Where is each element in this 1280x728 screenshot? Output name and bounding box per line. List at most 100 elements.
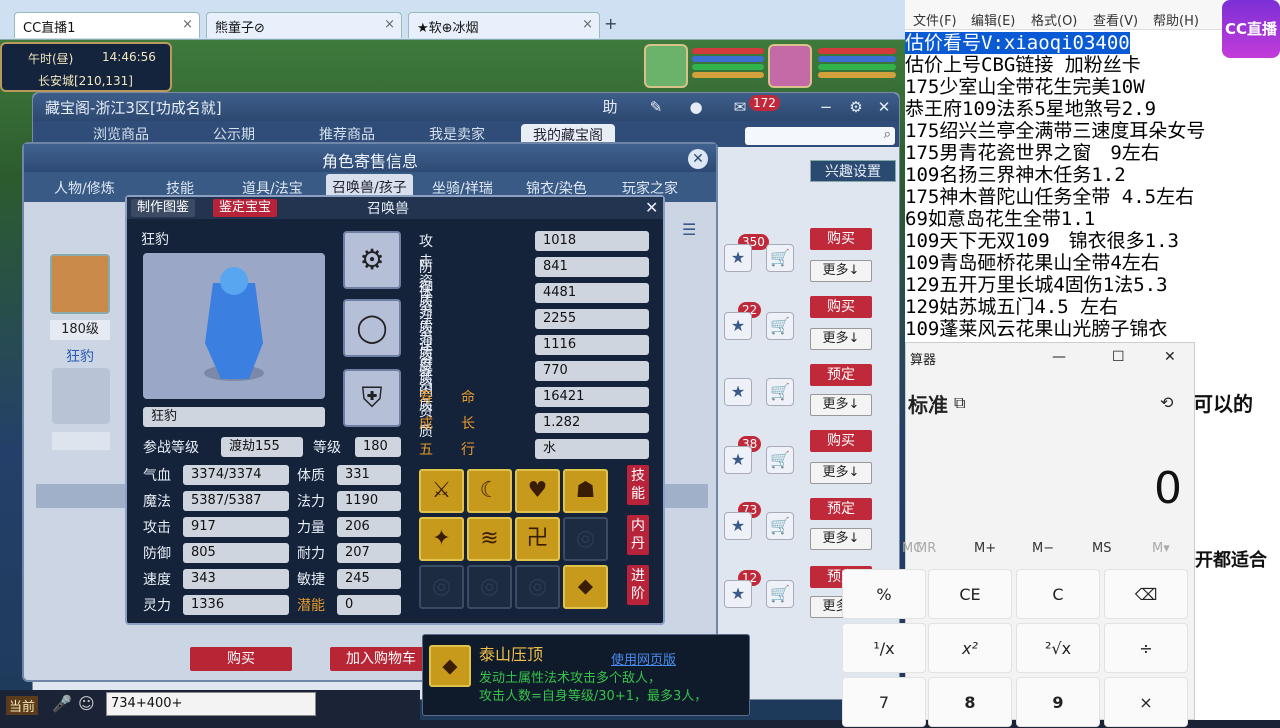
avatar[interactable] xyxy=(50,254,110,314)
divide-button[interactable]: ÷ xyxy=(1104,623,1188,673)
cbg-search-input[interactable]: ⌕ xyxy=(745,127,895,145)
buy-button[interactable]: 购买 xyxy=(810,430,872,452)
mail-icon[interactable]: ✉ xyxy=(729,97,751,117)
more-button[interactable]: 更多↓ xyxy=(810,328,872,350)
star-icon[interactable]: ★ xyxy=(724,512,752,540)
new-tab-icon[interactable]: + xyxy=(604,14,617,33)
interest-settings-button[interactable]: 兴趣设置 xyxy=(810,160,896,182)
cart-icon[interactable]: 🛒 xyxy=(766,446,794,474)
browser-tab-ice[interactable]: ★软⊕冰烟 × xyxy=(408,12,600,38)
summon-name-link[interactable]: 狂豹 xyxy=(66,346,94,366)
calc-mode[interactable]: 标准 xyxy=(908,389,948,418)
minimize-icon[interactable]: — xyxy=(1052,349,1066,365)
skill-slot-6[interactable]: ≋ xyxy=(467,517,512,561)
web-version-link[interactable]: 使用网页版 xyxy=(611,649,676,668)
skill-slot-8[interactable]: ⬥ xyxy=(563,565,608,609)
close-icon[interactable]: ✕ xyxy=(1164,349,1176,365)
menu-format[interactable]: 格式(O) xyxy=(1031,10,1077,29)
memory-add-button[interactable]: M+ xyxy=(974,541,996,556)
chat-channel[interactable]: 当前 xyxy=(6,696,39,715)
close-icon[interactable]: ✕ xyxy=(645,198,658,217)
record-icon[interactable]: ● xyxy=(685,97,707,117)
skill-slot-2[interactable]: ☾ xyxy=(467,469,512,513)
chat-input[interactable]: 734+400+ xyxy=(106,692,316,716)
menu-edit[interactable]: 编辑(E) xyxy=(971,10,1015,29)
cart-icon[interactable]: 🛒 xyxy=(766,378,794,406)
emoji-icon[interactable]: ☺ xyxy=(78,694,95,713)
pin-icon[interactable]: ✎ xyxy=(645,97,667,117)
skills-side-button[interactable]: 技能 xyxy=(627,465,649,505)
minimize-icon[interactable]: − xyxy=(815,97,837,117)
memory-recall-button[interactable]: MR xyxy=(916,541,936,556)
cart-icon[interactable]: 🛒 xyxy=(766,312,794,340)
keep-on-top-icon[interactable]: ⧉ xyxy=(954,393,965,413)
nav-public[interactable]: 公示期 xyxy=(213,124,255,144)
more-button[interactable]: 更多↓ xyxy=(810,462,872,484)
advance-button[interactable]: 进阶 xyxy=(627,565,649,605)
sqrt-button[interactable]: ²√x xyxy=(1016,623,1100,673)
menu-view[interactable]: 查看(V) xyxy=(1093,10,1138,29)
buy-button[interactable]: 购买 xyxy=(190,647,292,671)
close-icon[interactable]: ✕ xyxy=(873,97,895,117)
reserve-button[interactable]: 预定 xyxy=(810,364,872,386)
nav-seller[interactable]: 我是卖家 xyxy=(429,124,485,144)
tab-make-atlas[interactable]: 制作图鉴 xyxy=(131,199,196,217)
cart-icon[interactable]: 🛒 xyxy=(766,244,794,272)
pet-portrait[interactable] xyxy=(644,44,688,88)
skill-slot-3[interactable]: ♥ xyxy=(515,469,560,513)
cart-icon[interactable]: 🛒 xyxy=(766,580,794,608)
help-button[interactable]: 助 xyxy=(599,97,621,117)
reciprocal-button[interactable]: ¹/x xyxy=(842,623,926,673)
menu-file[interactable]: 文件(F) xyxy=(913,10,957,29)
close-icon[interactable]: × xyxy=(582,17,593,32)
equip-slot-2[interactable]: ◯ xyxy=(343,299,401,357)
buy-button[interactable]: 购买 xyxy=(810,228,872,250)
add-to-cart-button[interactable]: 加入购物车 xyxy=(330,647,432,671)
browser-tab-cc[interactable]: CC直播1 × xyxy=(14,12,200,38)
quality-value: 1116 xyxy=(535,335,649,355)
close-icon[interactable]: × xyxy=(384,17,395,32)
tab-appraise[interactable]: 鉴定宝宝 xyxy=(213,199,278,217)
browser-tab-bear[interactable]: 熊童子⊘ × xyxy=(206,12,402,38)
star-icon[interactable]: ★ xyxy=(724,244,752,272)
nav-browse[interactable]: 浏览商品 xyxy=(93,124,149,144)
inner-core-button[interactable]: 内丹 xyxy=(627,515,649,555)
skill-slot-1[interactable]: ⚔ xyxy=(419,469,464,513)
skill-slot-5[interactable]: ✦ xyxy=(419,517,464,561)
memory-store-button[interactable]: MS xyxy=(1092,541,1111,556)
list-icon[interactable]: ☰ xyxy=(682,220,696,239)
skill-slot-4[interactable]: ☗ xyxy=(563,469,608,513)
tab-character[interactable]: 人物/修炼 xyxy=(54,178,115,198)
star-icon[interactable]: ★ xyxy=(724,378,752,406)
gear-icon[interactable]: ⚙ xyxy=(845,97,867,117)
percent-button[interactable]: % xyxy=(842,569,926,619)
menu-help[interactable]: 帮助(H) xyxy=(1153,10,1199,29)
maximize-icon[interactable]: ☐ xyxy=(1112,349,1125,365)
star-icon[interactable]: ★ xyxy=(724,312,752,340)
reserve-button[interactable]: 预定 xyxy=(810,498,872,520)
microphone-icon[interactable]: 🎤 xyxy=(52,694,72,713)
skill-slot-7[interactable]: 卍 xyxy=(515,517,560,561)
backspace-button[interactable]: ⌫ xyxy=(1104,569,1188,619)
more-button[interactable]: 更多↓ xyxy=(810,394,872,416)
notepad-text[interactable]: 估价看号V:xiaoqi03400 估价上号CBG链接 加粉丝卡 175少室山全… xyxy=(905,32,1280,340)
star-icon[interactable]: ★ xyxy=(724,446,752,474)
nav-recommend[interactable]: 推荐商品 xyxy=(319,124,375,144)
buy-button[interactable]: 购买 xyxy=(810,296,872,318)
square-button[interactable]: x² xyxy=(928,623,1012,673)
clear-button[interactable]: C xyxy=(1016,569,1100,619)
more-button[interactable]: 更多↓ xyxy=(810,260,872,282)
equip-slot-1[interactable]: ⚙ xyxy=(343,231,401,289)
memory-subtract-button[interactable]: M− xyxy=(1032,541,1054,556)
close-icon[interactable]: ✕ xyxy=(688,149,708,169)
more-button[interactable]: 更多↓ xyxy=(810,528,872,550)
history-icon[interactable]: ⟲ xyxy=(1160,393,1173,412)
clear-entry-button[interactable]: CE xyxy=(928,569,1012,619)
star-icon[interactable]: ★ xyxy=(724,580,752,608)
close-icon[interactable]: × xyxy=(182,17,193,32)
equip-slot-3[interactable]: ⛨ xyxy=(343,369,401,427)
memory-list-button[interactable]: M▾ xyxy=(1152,541,1170,556)
search-icon[interactable]: ⌕ xyxy=(884,127,891,142)
cart-icon[interactable]: 🛒 xyxy=(766,512,794,540)
player-portrait[interactable] xyxy=(768,44,812,88)
